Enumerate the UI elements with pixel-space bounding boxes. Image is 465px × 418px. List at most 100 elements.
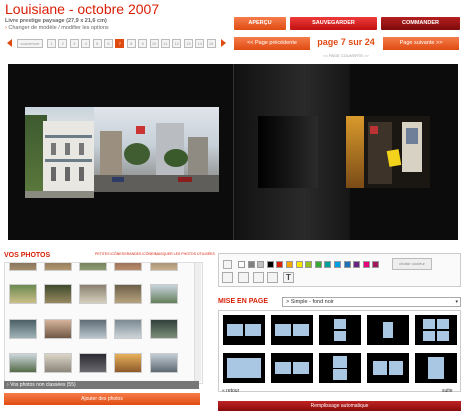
layout-back-label: retour — [226, 388, 240, 394]
page-thumb[interactable]: 1 — [47, 39, 56, 48]
page-thumb[interactable]: 9 — [138, 39, 148, 48]
duplicate-icon[interactable] — [267, 272, 278, 283]
photo-thumb[interactable] — [9, 263, 37, 271]
photo-canal-street[interactable] — [94, 107, 219, 192]
page-thumb[interactable]: 4 — [81, 39, 91, 48]
order-button[interactable]: COMMANDER — [381, 17, 460, 30]
color-swatch[interactable] — [362, 261, 370, 268]
color-swatch[interactable] — [257, 261, 265, 268]
page-thumb[interactable]: 7 — [115, 39, 125, 48]
layout-template[interactable] — [415, 315, 457, 345]
color-swatch[interactable] — [238, 261, 245, 268]
page-thumb[interactable]: 13 — [183, 39, 193, 48]
photo-thumb[interactable] — [44, 284, 72, 304]
photo-dark-street[interactable] — [258, 116, 318, 188]
copy-icon[interactable] — [238, 272, 249, 283]
layout-template[interactable] — [367, 315, 409, 345]
page-thumb[interactable]: 12 — [172, 39, 182, 48]
save-button[interactable]: SAUVEGARDER — [290, 17, 377, 30]
page-thumb[interactable]: 10 — [149, 39, 159, 48]
layout-next-link[interactable]: suite — [442, 388, 453, 394]
layout-template[interactable] — [319, 353, 361, 383]
photo-thumb[interactable] — [44, 263, 72, 271]
page-thumb[interactable]: 14 — [195, 39, 205, 48]
color-swatch[interactable] — [343, 261, 351, 268]
strip-right-arrow-icon[interactable] — [221, 39, 226, 47]
photo-thumb[interactable] — [79, 284, 107, 304]
photo-thumb[interactable] — [9, 284, 37, 304]
unclassified-label: Vos photos non classées (55) — [10, 382, 76, 388]
small-icons-option[interactable]: PETITES ICÔNES — [95, 252, 124, 256]
layout-title: MISE EN PAGE — [218, 298, 269, 305]
color-swatch[interactable] — [266, 261, 274, 268]
photo-thumb[interactable] — [150, 319, 178, 339]
large-icons-option[interactable]: GRANDES ICÔNES — [124, 252, 156, 256]
book-format: Livre prestige paysage (27,9 x 21,6 cm) — [5, 18, 107, 24]
layout-back-link[interactable]: « retour — [222, 388, 239, 394]
text-tool-icon[interactable]: T — [283, 272, 294, 283]
page-thumb-cover[interactable]: couverture — [17, 39, 43, 48]
color-swatch[interactable] — [295, 261, 303, 268]
layout-style-select[interactable]: > Simple - fond noir ▾ — [282, 297, 461, 307]
photo-thumb[interactable] — [79, 319, 107, 339]
color-swatch[interactable] — [324, 261, 332, 268]
page-thumb[interactable]: 6 — [104, 39, 113, 48]
layout-templates — [218, 310, 461, 392]
photo-grid — [4, 262, 203, 384]
photo-thumb[interactable] — [114, 284, 142, 304]
color-swatch[interactable] — [314, 261, 322, 268]
color-swatch[interactable] — [353, 261, 361, 268]
page-thumb[interactable]: 2 — [58, 39, 68, 48]
layout-template[interactable] — [319, 315, 361, 345]
page-thumb[interactable]: 8 — [126, 39, 136, 48]
change-model-link[interactable]: › Changer de modèle / modifier les optio… — [5, 25, 109, 31]
layout-template[interactable] — [367, 353, 409, 383]
cover-view-label: << PAGE COUVERTE >> — [323, 53, 369, 58]
photo-thumb[interactable] — [150, 353, 178, 373]
color-swatch[interactable] — [372, 261, 380, 268]
layout-template[interactable] — [415, 353, 457, 383]
choose-color-button[interactable]: choisir couleur — [392, 258, 432, 270]
photo-thumb[interactable] — [79, 353, 107, 373]
photo-thumb[interactable] — [150, 263, 178, 271]
layout-style-value: > Simple - fond noir — [286, 299, 334, 305]
layout-template[interactable] — [271, 353, 313, 383]
page-thumb[interactable]: 11 — [161, 39, 170, 48]
color-swatch[interactable] — [286, 261, 293, 268]
unclassified-photos-group[interactable]: › Vos photos non classées (55) — [4, 381, 199, 389]
auto-fill-button[interactable]: Remplissage automatique — [218, 401, 461, 411]
strip-left-arrow-icon[interactable] — [7, 39, 12, 47]
crop-icon[interactable] — [222, 272, 233, 283]
photo-night-bar[interactable] — [346, 116, 430, 188]
photo-thumb[interactable] — [44, 319, 72, 339]
photo-thumb[interactable] — [9, 353, 37, 373]
photo-thumb[interactable] — [79, 263, 107, 271]
layout-template[interactable] — [223, 315, 265, 345]
photo-thumb[interactable] — [114, 319, 142, 339]
layout-template[interactable] — [271, 315, 313, 345]
photo-thumb[interactable] — [150, 284, 178, 304]
color-swatch[interactable] — [247, 261, 255, 268]
page-thumb[interactable]: 3 — [69, 39, 79, 48]
change-model-label: Changer de modèle / modifier les options — [8, 25, 109, 31]
layout-template[interactable] — [223, 353, 265, 383]
layout-next-label: suite — [442, 388, 453, 394]
previous-page-button[interactable]: << Page précédente — [234, 37, 310, 50]
color-swatch[interactable] — [334, 261, 341, 268]
pencil-icon[interactable] — [223, 260, 232, 269]
photo-grid-scrollbar[interactable] — [194, 263, 201, 381]
photo-thumb[interactable] — [9, 319, 37, 339]
color-swatch[interactable] — [305, 261, 313, 268]
photo-thumb[interactable] — [114, 353, 142, 373]
photo-balcony-house[interactable] — [25, 107, 94, 198]
color-swatch[interactable] — [276, 261, 284, 268]
page-thumb[interactable]: 15 — [206, 39, 216, 48]
hide-used-option[interactable]: MASQUER LES PHOTOS UTILISÉES — [155, 252, 215, 256]
add-photos-button[interactable]: Ajouter des photos — [4, 393, 200, 405]
paste-icon[interactable] — [253, 272, 264, 283]
preview-button[interactable]: APERÇU — [234, 17, 286, 30]
photo-thumb[interactable] — [44, 353, 72, 373]
photo-thumb[interactable] — [114, 263, 142, 271]
next-page-button[interactable]: Page suivante >> — [383, 37, 459, 50]
page-thumb[interactable]: 5 — [92, 39, 102, 48]
